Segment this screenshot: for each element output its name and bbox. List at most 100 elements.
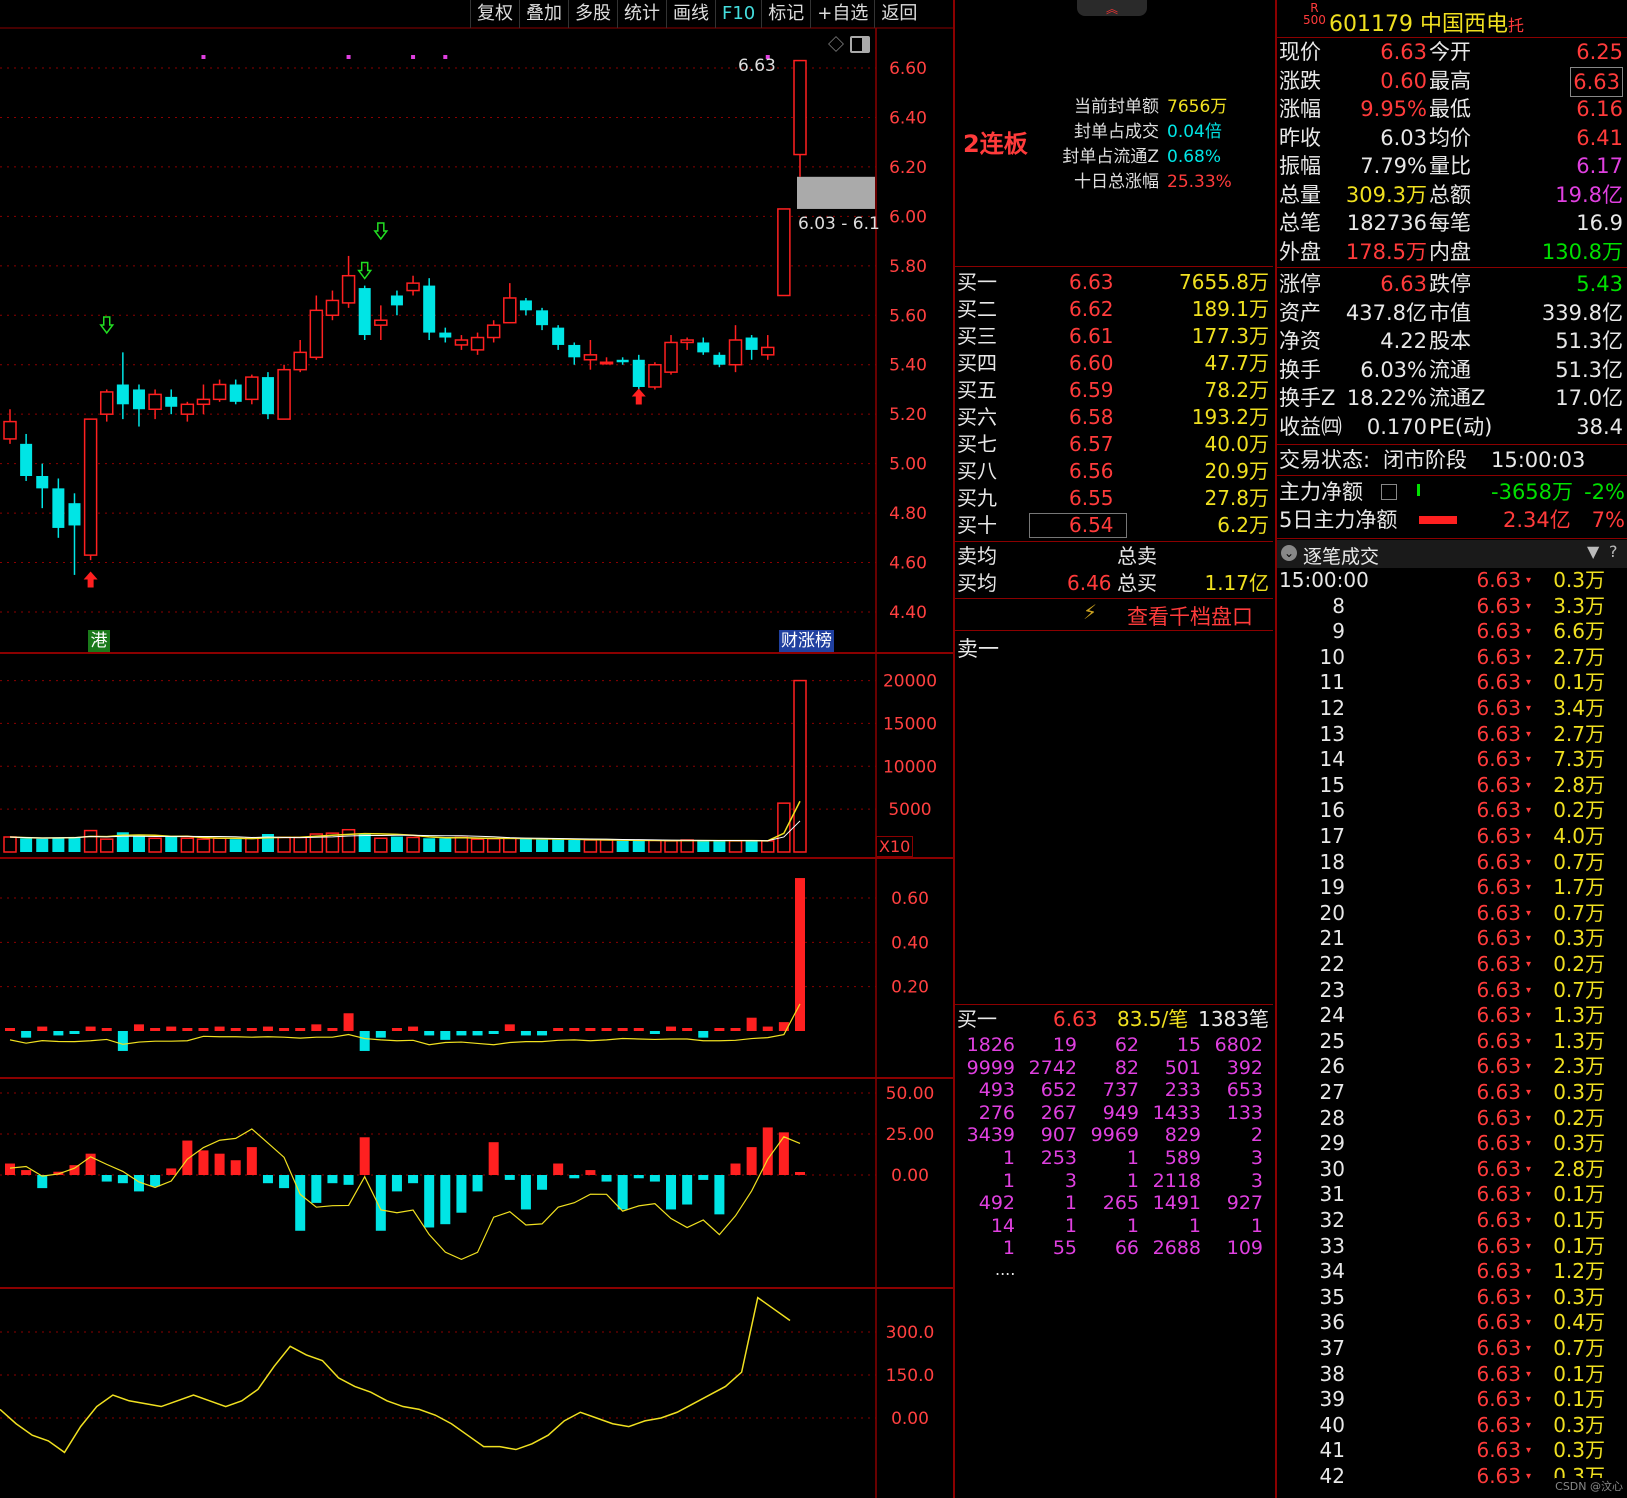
toolbar-button[interactable]: 叠加 xyxy=(519,0,568,28)
candle-body[interactable] xyxy=(68,503,81,526)
candle-body[interactable] xyxy=(165,396,178,407)
candle-body[interactable] xyxy=(793,59,807,156)
bid-row[interactable]: 买八 6.56 20.9万 xyxy=(957,458,1273,485)
panel-toggle-icon[interactable] xyxy=(850,36,870,53)
tick-price: 6.63 xyxy=(1476,1336,1521,1360)
candle-body[interactable] xyxy=(713,354,726,365)
candle-body[interactable] xyxy=(439,332,452,338)
candle-body[interactable] xyxy=(132,389,145,410)
toolbar-button[interactable]: +自选 xyxy=(810,0,874,28)
candle-body[interactable] xyxy=(552,327,565,345)
candle-body[interactable] xyxy=(470,336,485,351)
help-icon[interactable]: ? xyxy=(1609,542,1618,561)
candle-body[interactable] xyxy=(423,285,436,333)
candle-body[interactable] xyxy=(341,274,356,304)
quote-label: 涨停 xyxy=(1279,272,1321,296)
bid-row[interactable]: 买六 6.58 193.2万 xyxy=(957,404,1273,431)
bid-row[interactable]: 买七 6.57 40.0万 xyxy=(957,431,1273,458)
toolbar-button[interactable]: 多股 xyxy=(568,0,617,28)
bid-row[interactable]: 买二 6.62 189.1万 xyxy=(957,296,1273,323)
candle-body[interactable] xyxy=(583,354,598,361)
bid-row[interactable]: 买九 6.55 27.8万 xyxy=(957,485,1273,512)
tick-row: 9 6.63 ▾ 6.6万 xyxy=(1277,619,1627,644)
tick-volume: 0.7万 xyxy=(1553,849,1605,874)
bid-row[interactable]: 买一 6.63 7655.8万 xyxy=(957,269,1273,296)
collapse-icon[interactable]: ⌄ xyxy=(1281,545,1297,561)
rank-badge[interactable]: 财涨榜 xyxy=(779,630,834,652)
queue-cell: 1 xyxy=(1002,1169,1015,1192)
hk-connect-badge[interactable]: 港 xyxy=(88,630,110,652)
candle-body[interactable] xyxy=(180,403,195,415)
volume-bar xyxy=(697,840,710,852)
candle-body[interactable] xyxy=(3,420,17,440)
candle-body[interactable] xyxy=(212,383,227,401)
candle-body[interactable] xyxy=(245,376,259,401)
candle-body[interactable] xyxy=(99,391,114,415)
toolbar-button[interactable]: 返回 xyxy=(874,0,923,28)
queue-cell: 55 xyxy=(1052,1237,1077,1260)
candle-body[interactable] xyxy=(374,319,388,326)
candle-body[interactable] xyxy=(261,377,274,415)
filter-icon[interactable]: ▼ xyxy=(1587,542,1599,561)
ticks-list[interactable]: 15:00:00 6.63 ▾ 0.3万 8 6.63 ▾ 3.3万 9 6.63 ▾ 6.6万 10 6… xyxy=(1277,568,1627,1498)
candle-body[interactable] xyxy=(632,359,645,387)
candle-body[interactable] xyxy=(83,418,98,556)
ind2-tick: 50.00 xyxy=(886,1084,935,1104)
candle-body[interactable] xyxy=(616,359,629,363)
candle-body[interactable] xyxy=(728,339,743,366)
volume-bar xyxy=(341,828,356,853)
toolbar-button[interactable]: 统计 xyxy=(617,0,666,28)
candle-body[interactable] xyxy=(309,309,324,359)
toolbar-button[interactable]: 标记 xyxy=(761,0,810,28)
tick-price: 6.63 xyxy=(1476,1131,1521,1156)
ind2-bar xyxy=(537,1175,548,1190)
bid-row[interactable]: 买五 6.59 78.2万 xyxy=(957,377,1273,404)
candle-body[interactable] xyxy=(745,337,758,350)
candle-body[interactable] xyxy=(277,368,291,420)
tick-time: 29 xyxy=(1319,1131,1345,1156)
down-arrow-icon: ▾ xyxy=(1525,1087,1531,1098)
kline-chart-area[interactable]: 6.60 6.40 6.20 6.00 5.80 5.60 5.40 5.20 5.00 4.80… xyxy=(0,0,955,1498)
candle-body[interactable] xyxy=(680,339,694,344)
collapse-up-icon[interactable]: ︽ xyxy=(1077,0,1147,16)
list-icon[interactable] xyxy=(1381,484,1397,500)
candle-body[interactable] xyxy=(777,208,791,297)
candle-body[interactable] xyxy=(406,282,420,292)
candle-body[interactable] xyxy=(148,393,162,410)
candle-body[interactable] xyxy=(648,363,662,388)
stock-header[interactable]: 601179 中国西电托 xyxy=(1329,6,1524,38)
bid-price: 6.55 xyxy=(1069,486,1114,510)
candle-body[interactable] xyxy=(229,384,242,402)
candle-body[interactable] xyxy=(196,398,211,406)
candle-body[interactable] xyxy=(293,351,307,371)
ind1-bar xyxy=(53,1031,64,1036)
toolbar-button[interactable]: F10 xyxy=(715,0,761,28)
candle-body[interactable] xyxy=(761,346,775,356)
bid-row[interactable]: 买四 6.60 47.7万 xyxy=(957,350,1273,377)
candle-body[interactable] xyxy=(697,342,710,353)
bid-row[interactable]: 买十 6.54 6.2万 xyxy=(957,512,1273,539)
candle-body[interactable] xyxy=(358,288,371,336)
candle-body[interactable] xyxy=(325,299,340,317)
down-arrow-icon: ▾ xyxy=(1525,1291,1531,1303)
candle-body[interactable] xyxy=(599,361,614,365)
candle-body[interactable] xyxy=(116,384,129,405)
candle-body[interactable] xyxy=(390,295,403,306)
candle-body[interactable] xyxy=(664,341,678,373)
view-depth-link[interactable]: 查看千档盘口 xyxy=(1127,601,1253,631)
tick-volume: 1.2万 xyxy=(1553,1259,1605,1284)
candle-body[interactable] xyxy=(519,300,532,311)
tick-price: 6.63 xyxy=(1476,1105,1521,1130)
candle-body[interactable] xyxy=(486,324,501,339)
candle-body[interactable] xyxy=(568,344,581,358)
bid-row[interactable]: 买三 6.61 177.3万 xyxy=(957,323,1273,350)
toolbar-button[interactable]: 画线 xyxy=(666,0,715,28)
candle-body[interactable] xyxy=(20,443,33,476)
candle-body[interactable] xyxy=(454,339,469,346)
toolbar-button[interactable]: 复权 xyxy=(470,0,519,28)
tick-volume: 0.1万 xyxy=(1553,1233,1605,1258)
candle-body[interactable] xyxy=(536,310,549,326)
candle-body[interactable] xyxy=(52,488,65,528)
candle-body[interactable] xyxy=(503,297,517,324)
candle-body[interactable] xyxy=(36,476,49,489)
